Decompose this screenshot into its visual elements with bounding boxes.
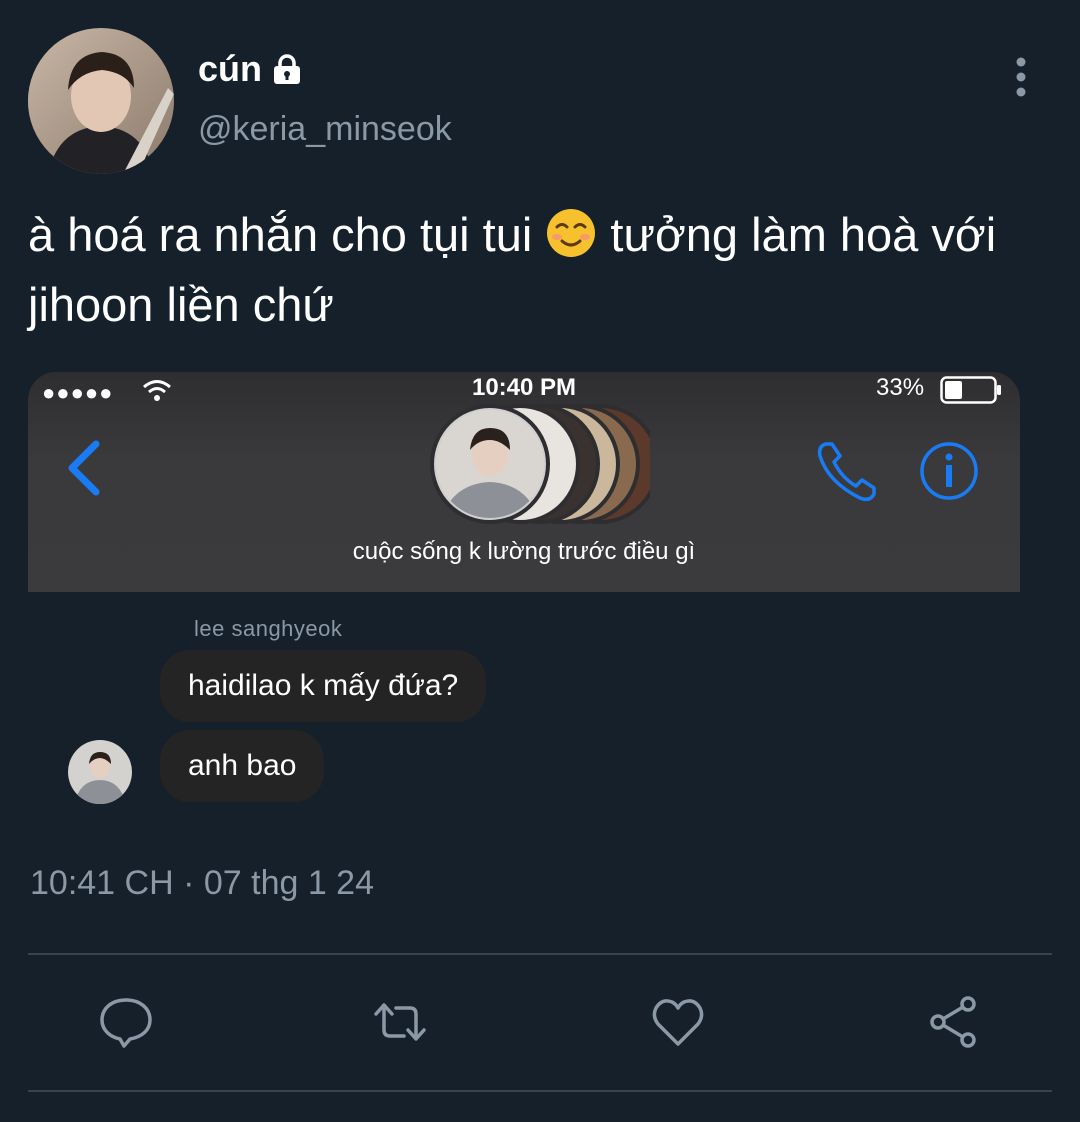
message-bubble[interactable]: anh bao [160,730,325,802]
author-handle[interactable]: @keria_minseok [198,110,452,149]
tweet-text-part-1: à hoá ra nhắn cho tụi tui [28,208,546,261]
battery-icon [940,376,1001,404]
group-name: cuộc sống k lường trước điều gì [352,538,696,565]
status-time: 10:40 PM [471,374,577,401]
battery-percent: 33% [876,374,925,401]
display-name-text: cún [198,48,263,89]
lock-icon [274,54,301,84]
group-avatars[interactable] [400,404,650,524]
sender-name: lee sanghyeok [194,616,343,641]
message-bubble[interactable]: haidilao k mấy đứa? [160,650,487,722]
imessage-header: ●●●●● 10:40 PM 33% cuộc sống k lường trư… [28,372,1020,592]
sender-avatar [68,740,132,804]
share-icon[interactable] [926,994,982,1050]
back-chevron-icon[interactable] [64,438,104,498]
more-options-icon[interactable] [1006,56,1036,100]
like-icon[interactable] [650,994,706,1050]
reply-icon[interactable] [98,994,154,1050]
attached-image[interactable]: ●●●●● 10:40 PM 33% cuộc sống k lường trư… [28,372,1020,820]
author-display-name[interactable]: cún [198,48,304,90]
divider [28,1090,1052,1092]
info-icon[interactable] [918,440,980,502]
tweet-timestamp[interactable]: 10:41 CH · 07 thg 1 24 [30,864,374,903]
retweet-icon[interactable] [372,994,428,1050]
phone-icon[interactable] [814,438,880,504]
author-avatar[interactable] [28,28,174,174]
tweet-text: à hoá ra nhắn cho tụi tui tưởng làm hoà … [28,200,1038,340]
smiling-face-emoji-icon [547,209,596,257]
divider [28,953,1052,955]
